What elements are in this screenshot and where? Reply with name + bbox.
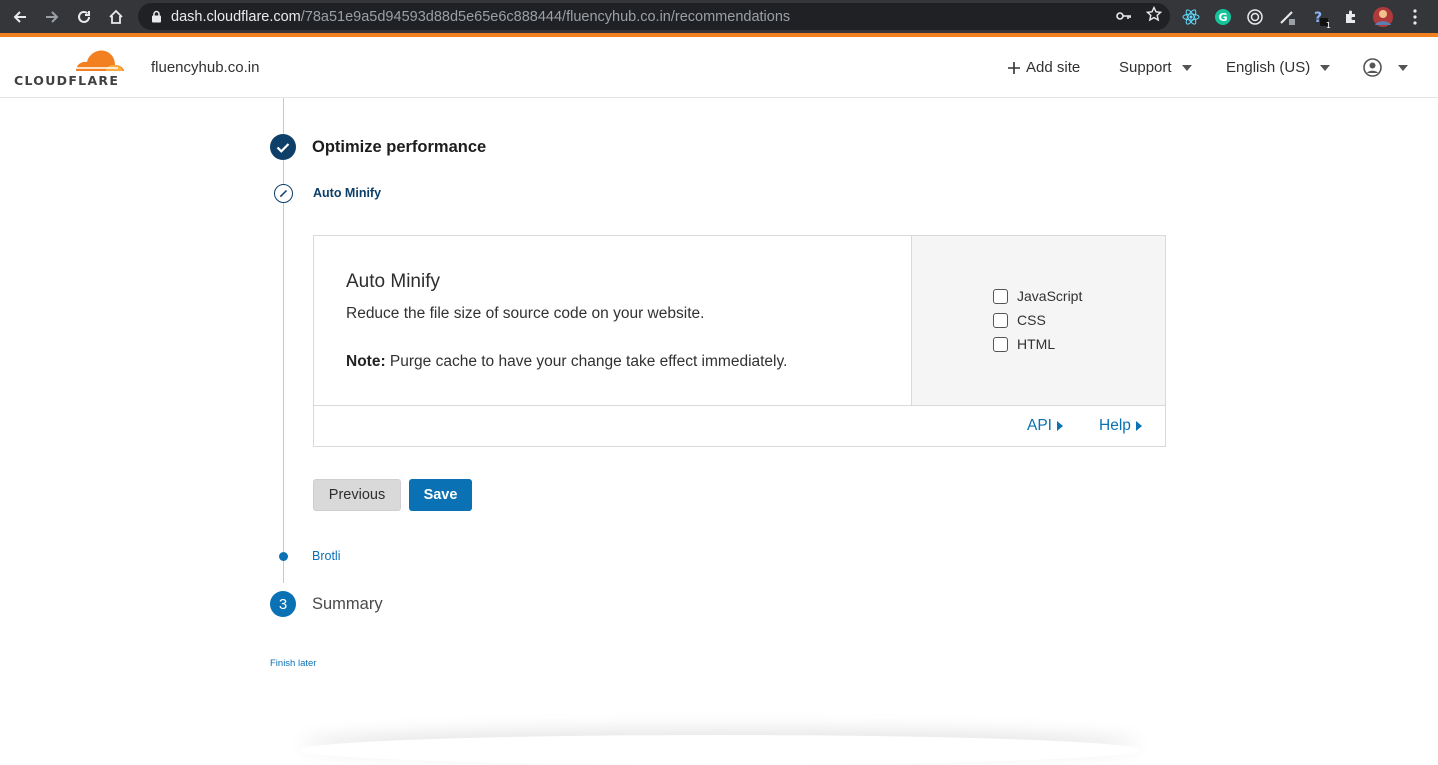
step-complete-check-icon <box>270 134 296 160</box>
card-note: Note: Purge cache to have your change ta… <box>346 353 787 371</box>
extension-badge: 1 <box>1325 20 1331 30</box>
help-extension-icon[interactable]: ? 1 <box>1308 6 1331 30</box>
javascript-option[interactable]: JavaScript <box>993 288 1082 304</box>
url-text: dash.cloudflare.com/78a51e9a5d94593d88d5… <box>171 8 791 25</box>
timeline-line <box>283 160 284 184</box>
add-site-label: Add site <box>1026 59 1081 76</box>
timeline-line <box>283 98 284 134</box>
css-checkbox[interactable] <box>993 312 1008 328</box>
css-label: CSS <box>1017 312 1046 328</box>
key-icon[interactable] <box>1116 8 1132 26</box>
html-checkbox[interactable] <box>993 336 1008 352</box>
extensions-puzzle-icon[interactable] <box>1340 6 1362 28</box>
api-link[interactable]: API <box>1027 417 1063 435</box>
language-dropdown[interactable]: English (US) <box>1226 59 1331 76</box>
substep-dot-icon <box>279 552 288 561</box>
home-icon[interactable] <box>100 0 132 33</box>
note-text: Purge cache to have your change take eff… <box>385 353 788 370</box>
caret-right-icon <box>1056 421 1063 431</box>
finish-later-link[interactable]: Finish later <box>270 658 316 669</box>
address-bar[interactable]: dash.cloudflare.com/78a51e9a5d94593d88d5… <box>138 3 1170 30</box>
add-site-button[interactable]: Add site <box>1008 59 1080 76</box>
card-body: Auto Minify Reduce the file size of sour… <box>314 236 1165 406</box>
react-devtools-icon[interactable] <box>1180 6 1202 28</box>
current-substep-label[interactable]: Auto Minify <box>313 186 381 200</box>
chevron-down-icon <box>1181 64 1192 71</box>
help-link-label: Help <box>1099 417 1131 434</box>
card-title: Auto Minify <box>346 271 440 292</box>
caret-right-icon <box>1135 421 1142 431</box>
cloudflare-cloud-icon <box>74 50 124 71</box>
browser-toolbar: dash.cloudflare.com/78a51e9a5d94593d88d5… <box>0 0 1438 33</box>
html-label: HTML <box>1017 336 1056 352</box>
api-link-label: API <box>1027 417 1052 434</box>
timeline-line <box>283 203 284 552</box>
target-extension-icon[interactable] <box>1244 6 1266 28</box>
javascript-label: JavaScript <box>1017 288 1083 304</box>
timeline-line <box>283 561 284 583</box>
profile-avatar-icon[interactable] <box>1372 6 1394 28</box>
card-description-panel: Auto Minify Reduce the file size of sour… <box>314 236 911 405</box>
svg-text:G: G <box>1218 11 1227 24</box>
chevron-down-icon <box>1320 64 1331 71</box>
html-option[interactable]: HTML <box>993 336 1055 352</box>
card-options-panel: JavaScript CSS HTML <box>911 236 1165 405</box>
auto-minify-card: Auto Minify Reduce the file size of sour… <box>313 235 1166 447</box>
forward-icon[interactable] <box>36 0 68 33</box>
note-label: Note: <box>346 353 386 370</box>
help-link[interactable]: Help <box>1099 417 1142 435</box>
language-label: English (US) <box>1226 59 1311 76</box>
back-icon[interactable] <box>4 0 36 33</box>
star-icon[interactable] <box>1145 5 1163 27</box>
summary-step-title: Summary <box>312 595 383 613</box>
cloudflare-logo[interactable]: CLOUDFLARE <box>14 47 124 88</box>
chevron-down-icon <box>1398 64 1408 71</box>
support-dropdown[interactable]: Support <box>1119 59 1192 76</box>
previous-button[interactable]: Previous <box>313 479 401 511</box>
support-label: Support <box>1119 59 1172 76</box>
pencil-icon <box>274 184 293 203</box>
grammarly-icon[interactable]: G <box>1212 6 1234 28</box>
bottom-shadow <box>300 735 1140 765</box>
logo-text: CLOUDFLARE <box>14 73 120 88</box>
user-account-icon <box>1363 58 1382 77</box>
card-description: Reduce the file size of source code on y… <box>346 305 705 322</box>
plus-icon <box>1008 61 1020 74</box>
reload-icon[interactable] <box>68 0 100 33</box>
pen-extension-icon[interactable] <box>1276 6 1298 28</box>
lock-icon <box>149 10 163 23</box>
css-option[interactable]: CSS <box>993 312 1046 328</box>
user-menu[interactable] <box>1363 58 1408 77</box>
save-button[interactable]: Save <box>409 479 472 511</box>
app-header: CLOUDFLARE fluencyhub.co.in Add site Sup… <box>0 37 1438 98</box>
step-title: Optimize performance <box>312 138 487 156</box>
current-site[interactable]: fluencyhub.co.in <box>151 59 259 76</box>
next-substep-label[interactable]: Brotli <box>312 549 340 563</box>
javascript-checkbox[interactable] <box>993 288 1008 304</box>
browser-menu-icon[interactable] <box>1404 6 1426 28</box>
step-number-badge: 3 <box>270 591 296 617</box>
